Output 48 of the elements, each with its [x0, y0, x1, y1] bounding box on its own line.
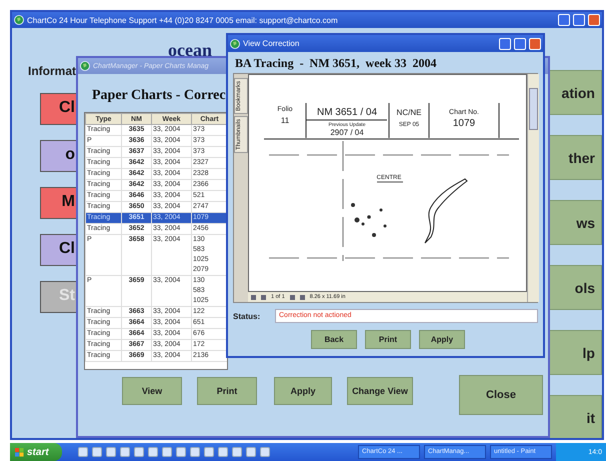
action-button[interactable]: Apply	[419, 330, 465, 349]
close-button[interactable]	[529, 38, 541, 50]
folio-number: 11	[280, 116, 290, 125]
close-button[interactable]	[588, 14, 600, 26]
windows-flag-icon	[15, 448, 24, 456]
previous-page-icon[interactable]	[261, 294, 266, 300]
action-button[interactable]: Change View	[347, 377, 413, 405]
chart-number: 1079	[452, 118, 476, 129]
action-button[interactable]: Back	[311, 330, 357, 349]
island-drawing	[351, 203, 386, 237]
menu-button[interactable]: Cl	[40, 93, 76, 125]
previous-update: 2907 / 04	[330, 128, 364, 137]
maximize-button[interactable]	[573, 14, 585, 26]
section-label: Informat	[28, 64, 76, 78]
menu-button[interactable]: o	[40, 140, 76, 172]
menu-button[interactable]: lp	[548, 330, 602, 375]
coastline-drawing	[424, 178, 468, 244]
menu-button[interactable]: Cl	[40, 234, 76, 266]
action-button[interactable]: Apply	[274, 377, 332, 405]
window-title: View Correction	[243, 39, 300, 48]
first-page-icon[interactable]	[251, 294, 256, 300]
close-button[interactable]: Close	[459, 375, 543, 415]
last-page-icon[interactable]	[300, 294, 305, 300]
document-heading: BA Tracing - NM 3651, week 33 2004	[235, 56, 438, 72]
menu-button[interactable]: ther	[548, 135, 602, 180]
vertical-scrollbar[interactable]	[527, 74, 539, 302]
window-heading: Paper Charts - Correc	[92, 88, 226, 105]
menu-button[interactable]: ols	[548, 265, 602, 310]
minimize-button[interactable]	[499, 38, 511, 50]
app-heading: ocean	[168, 40, 212, 61]
menu-button[interactable]: M	[40, 187, 76, 219]
next-page-icon[interactable]	[290, 294, 295, 300]
start-label: start	[27, 446, 49, 458]
globe-icon	[230, 38, 240, 48]
globe-icon	[14, 15, 24, 25]
action-button[interactable]: Print	[197, 377, 257, 405]
globe-icon	[80, 61, 90, 71]
status-label: Status:	[233, 312, 262, 320]
maximize-button[interactable]	[514, 38, 526, 50]
action-button[interactable]: View	[122, 377, 182, 405]
menu-button[interactable]: ation	[548, 70, 602, 115]
minimize-button[interactable]	[558, 14, 570, 26]
action-button[interactable]: Print	[365, 330, 411, 349]
area-code: NC/NE	[396, 108, 422, 117]
menu-button[interactable]: it	[548, 395, 602, 438]
menu-button[interactable]: ws	[548, 200, 602, 245]
notice-number: NM 3651 / 04	[316, 107, 378, 118]
window-title: ChartCo 24 Hour Telephone Support +44 (0)20 8247 0005 email: support@chartco.com	[27, 16, 338, 24]
